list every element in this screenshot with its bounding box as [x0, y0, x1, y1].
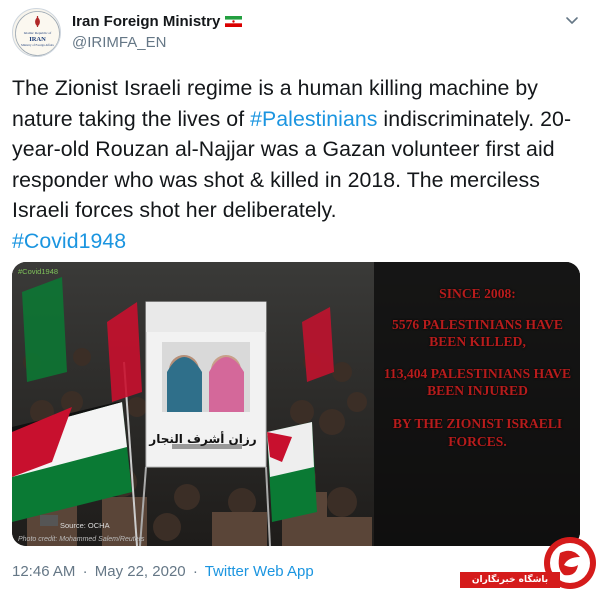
footer-separator: · [82, 563, 88, 580]
avatar[interactable]: Islamic Republic of IRAN Ministry of For… [12, 8, 61, 57]
hashtag-palestinians-link[interactable]: #Palestinians [250, 107, 377, 131]
watermark-logo: باشگاه خبرنگاران [460, 535, 597, 591]
stats-line-forces: BY THE ZIONIST ISRAELI FORCES. [392, 415, 563, 449]
chevron-down-icon[interactable] [564, 12, 580, 28]
iran-flag-icon [225, 16, 243, 27]
image-source-text: Source: OCHA [60, 521, 110, 530]
image-stats-overlay: SINCE 2008: 5576 PALESTINIANS HAVE BEEN … [375, 285, 580, 450]
avatar-line-2: IRAN [29, 36, 46, 43]
tweet-footer: 12:46 AM · May 22, 2020 · Twitter Web Ap… [12, 563, 314, 580]
display-name[interactable]: Iran Foreign Ministry [72, 13, 220, 30]
poster-name: رزان أشرف النجار [149, 432, 257, 446]
tweet-text: The Zionist Israeli regime is a human ki… [12, 73, 587, 256]
footer-separator-2: · [192, 563, 198, 580]
account-handle[interactable]: @IRIMFA_EN [72, 34, 166, 51]
stats-line-killed: 5576 PALESTINIANS HAVE BEEN KILLED, [392, 316, 563, 350]
tweet-date[interactable]: May 22, 2020 [95, 563, 186, 580]
hashtag-covid1948-link[interactable]: #Covid1948 [12, 229, 126, 253]
avatar-line-1: Islamic Republic of [24, 31, 52, 35]
image-hashtag-label: #Covid1948 [18, 267, 59, 276]
author-name-row[interactable]: Iran Foreign Ministry [72, 13, 243, 30]
stats-line-since: SINCE 2008: [439, 286, 516, 301]
watermark-label: باشگاه خبرنگاران [460, 572, 560, 588]
tweet-card[interactable]: Islamic Republic of IRAN Ministry of For… [0, 0, 597, 591]
avatar-line-3: Ministry of Foreign Affairs [21, 43, 55, 47]
stats-line-injured: 113,404 PALESTINIANS HAVE BEEN INJURED [383, 365, 572, 399]
tweet-time[interactable]: 12:46 AM [12, 563, 75, 580]
tweet-source-link[interactable]: Twitter Web App [205, 563, 314, 580]
image-photo-credit: Photo credit: Mohammed Salem/Reuters [18, 536, 145, 543]
ministry-logo: Islamic Republic of IRAN Ministry of For… [15, 11, 60, 56]
